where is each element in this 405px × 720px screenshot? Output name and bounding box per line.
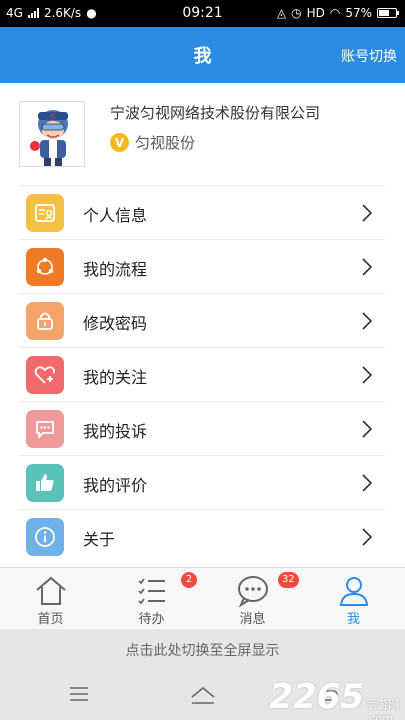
chevron-right-icon bbox=[362, 366, 373, 384]
todo-list-icon bbox=[138, 578, 165, 605]
share-icon bbox=[26, 248, 64, 286]
chevron-right-icon bbox=[362, 258, 373, 276]
mascot-avatar-icon: S bbox=[20, 102, 84, 166]
menu-item-label: 我的评价 bbox=[83, 476, 148, 495]
info-icon bbox=[26, 518, 64, 556]
lock-icon bbox=[26, 302, 64, 340]
menu-item-my-workflow[interactable]: 我的流程 bbox=[19, 239, 385, 293]
menu-item-label: 个人信息 bbox=[83, 206, 148, 225]
chat-bubble-icon bbox=[238, 576, 268, 608]
bottom-tab-bar: 首页 2 待办 32 消息 我 bbox=[0, 567, 405, 629]
tab-home[interactable]: 首页 bbox=[0, 568, 101, 630]
company-short-name: V 匀视股份 bbox=[110, 132, 195, 153]
battery-icon bbox=[377, 8, 399, 18]
menu-item-my-complaints[interactable]: 我的投诉 bbox=[19, 401, 385, 455]
todo-count-badge: 2 bbox=[181, 572, 197, 588]
home-icon bbox=[36, 576, 66, 605]
menu-item-label: 关于 bbox=[83, 530, 116, 549]
fullscreen-toggle-bar[interactable]: 点击此处切换至全屏显示 bbox=[0, 629, 405, 673]
menu-item-about[interactable]: 关于 bbox=[19, 509, 385, 563]
svg-text:S: S bbox=[51, 114, 56, 121]
battery-level: 57% bbox=[345, 6, 372, 20]
person-icon bbox=[339, 577, 369, 606]
tab-label: 我 bbox=[346, 612, 360, 627]
message-count-badge: 32 bbox=[278, 572, 299, 588]
menu-item-my-reviews[interactable]: 我的评价 bbox=[19, 455, 385, 509]
message-icon bbox=[26, 410, 64, 448]
tab-messages[interactable]: 32 消息 bbox=[202, 568, 303, 630]
menu-icon[interactable] bbox=[68, 683, 90, 705]
menu-item-personal-info[interactable]: 个人信息 bbox=[19, 185, 385, 239]
menu-item-my-follows[interactable]: 我的关注 bbox=[19, 347, 385, 401]
thumbs-up-icon bbox=[26, 464, 64, 502]
menu-item-label: 我的流程 bbox=[83, 260, 148, 279]
chevron-right-icon bbox=[362, 420, 373, 438]
settings-menu: 个人信息 我的流程 修改密码 我的关注 我的投诉 我的评价 关于 bbox=[0, 185, 405, 567]
profile-card[interactable]: S 宁波匀视网络技术股份有限公司 V 匀视股份 bbox=[0, 83, 405, 185]
tab-me[interactable]: 我 bbox=[303, 568, 404, 630]
menu-item-label: 我的关注 bbox=[83, 368, 148, 387]
page-header: 我 账号切换 bbox=[0, 27, 405, 83]
notification-off-icon: ◬ bbox=[276, 6, 287, 20]
menu-item-label: 修改密码 bbox=[83, 314, 148, 333]
tab-label: 首页 bbox=[37, 612, 64, 627]
switch-account-button[interactable]: 账号切换 bbox=[341, 46, 397, 66]
menu-item-change-password[interactable]: 修改密码 bbox=[19, 293, 385, 347]
heart-plus-icon bbox=[26, 356, 64, 394]
chevron-right-icon bbox=[362, 204, 373, 222]
site-watermark: 2265 手游网 .com bbox=[269, 677, 399, 720]
tab-label: 消息 bbox=[239, 612, 266, 627]
wifi-icon: ◠ bbox=[329, 6, 341, 20]
verified-badge-icon: V bbox=[110, 133, 129, 152]
home-nav-icon[interactable] bbox=[189, 683, 217, 707]
chevron-right-icon bbox=[362, 528, 373, 546]
chevron-right-icon bbox=[362, 474, 373, 492]
tab-label: 待办 bbox=[138, 612, 165, 627]
system-nav-bar: 2265 手游网 .com bbox=[0, 673, 405, 720]
chevron-right-icon bbox=[362, 312, 373, 330]
short-name-label: 匀视股份 bbox=[135, 134, 196, 152]
status-bar: 4G 2.6K/s ● 09:21 ◬ ◷ HD ◠ 57% bbox=[0, 0, 405, 27]
avatar[interactable]: S bbox=[19, 101, 85, 167]
id-card-icon bbox=[26, 194, 64, 232]
tab-todo[interactable]: 2 待办 bbox=[101, 568, 202, 630]
company-name: 宁波匀视网络技术股份有限公司 bbox=[110, 104, 321, 122]
alarm-icon: ◷ bbox=[291, 6, 302, 20]
menu-item-label: 我的投诉 bbox=[83, 422, 148, 441]
hd-indicator: HD bbox=[306, 6, 325, 20]
